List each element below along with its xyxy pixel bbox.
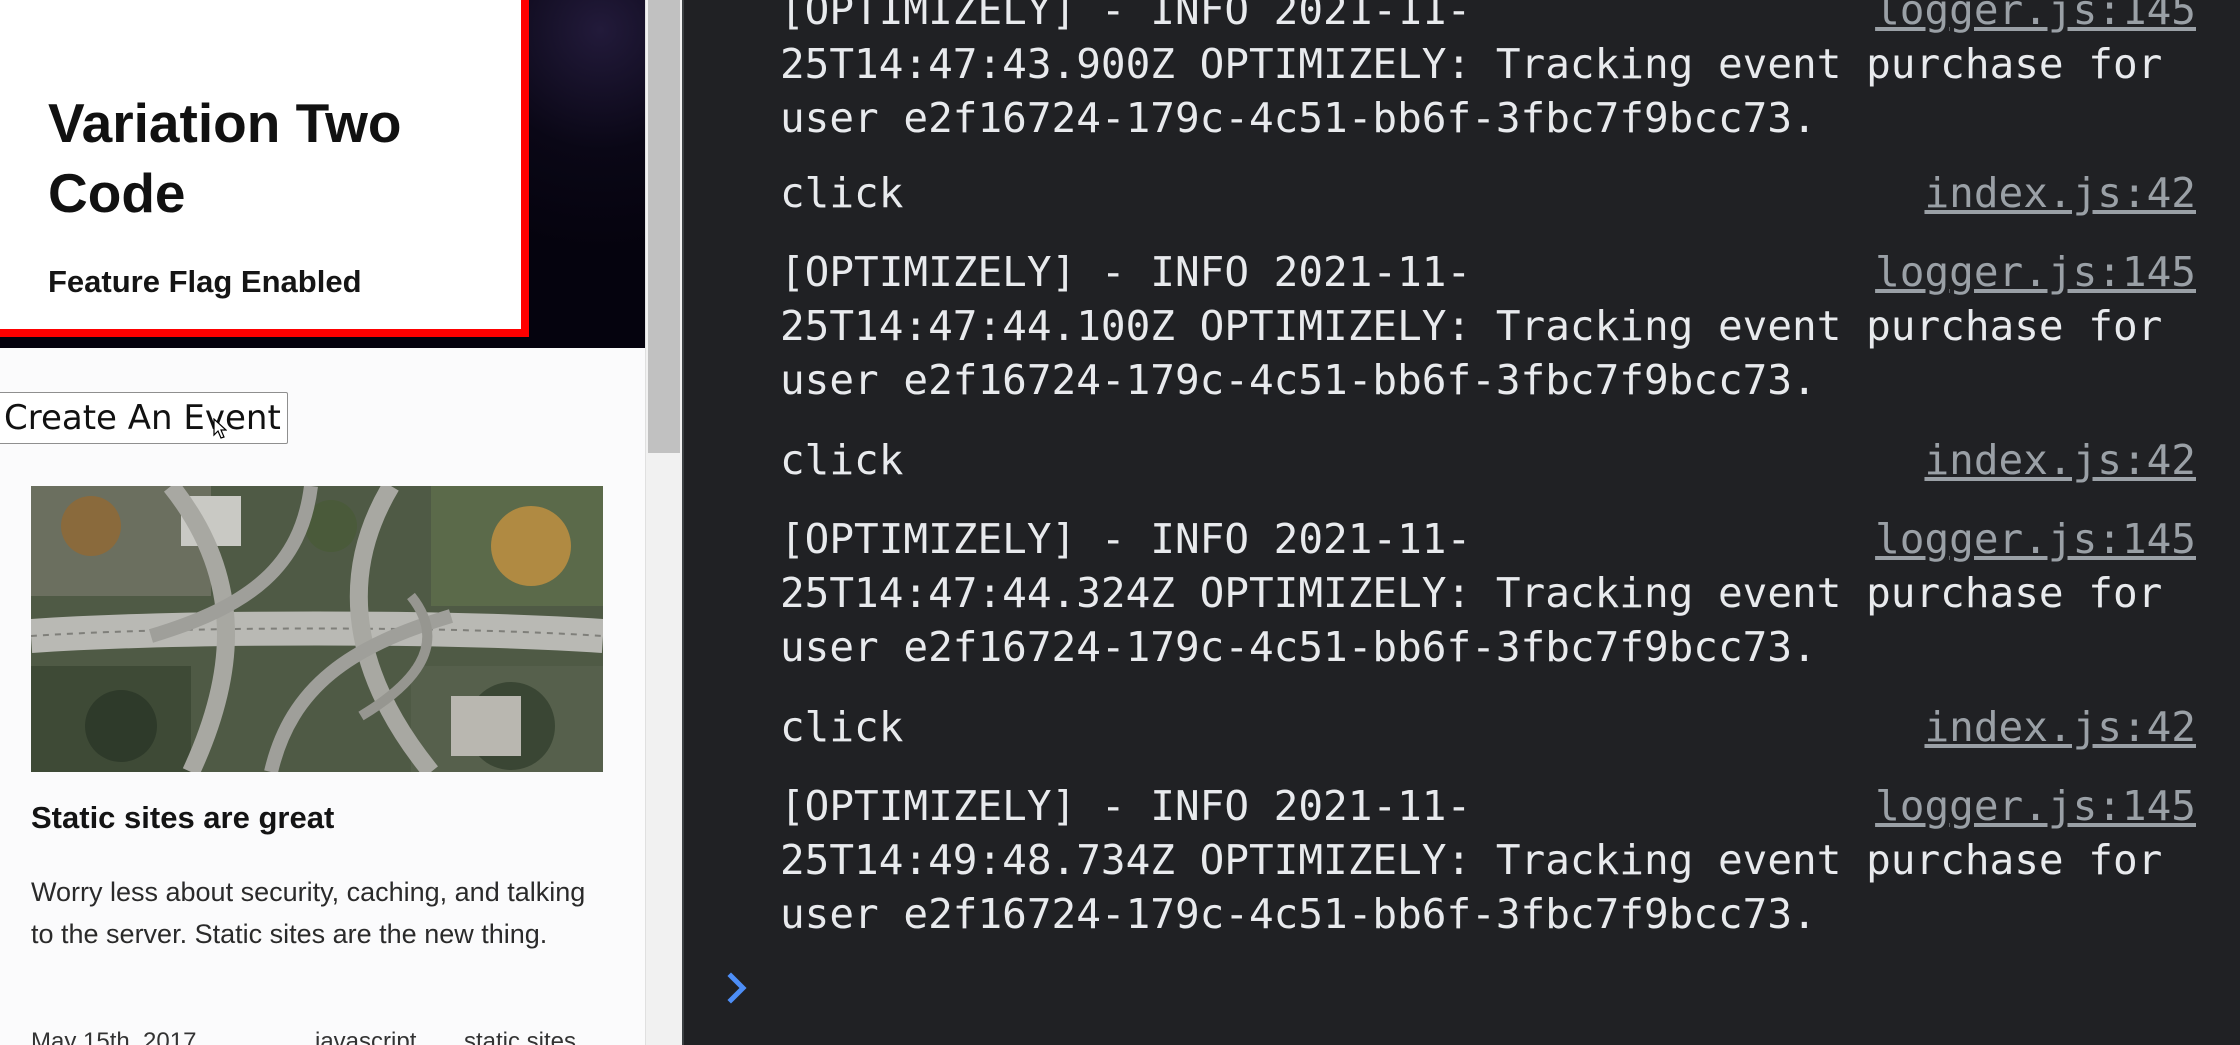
variation-card: Variation Two Code Feature Flag Enabled <box>0 0 529 337</box>
console-source-link[interactable]: logger.js:145 <box>1875 512 2196 566</box>
mouse-pointer-icon <box>213 418 227 439</box>
console-message: logger.js:145 [OPTIMIZELY] - INFO 2021-1… <box>780 779 2196 941</box>
page-scrollbar-thumb[interactable] <box>648 0 680 453</box>
page-scrollbar[interactable] <box>645 0 682 1045</box>
console-text-line: user e2f16724-179c-4c51-bb6f-3fbc7f9bcc7… <box>780 94 1817 142</box>
console-text-line: 25T14:49:48.734Z OPTIMIZELY: Tracking ev… <box>780 836 2163 884</box>
feature-flag-status: Feature Flag Enabled <box>48 264 362 299</box>
console-message: logger.js:145 [OPTIMIZELY] - INFO 2021-1… <box>780 245 2196 407</box>
console-text-line: 25T14:47:44.324Z OPTIMIZELY: Tracking ev… <box>780 569 2163 617</box>
console-message: index.js:42 click <box>780 700 2196 754</box>
console-text-line: 25T14:47:43.900Z OPTIMIZELY: Tracking ev… <box>780 40 2163 88</box>
console-source-link[interactable]: logger.js:145 <box>1875 779 2196 833</box>
console-text-line: user e2f16724-179c-4c51-bb6f-3fbc7f9bcc7… <box>780 890 1817 938</box>
console-source-link[interactable]: logger.js:145 <box>1875 0 2196 37</box>
console-message: index.js:42 click <box>780 166 2196 220</box>
console-source-link[interactable]: index.js:42 <box>1924 166 2196 220</box>
create-event-button[interactable]: Create An Event <box>0 392 288 444</box>
variation-title: Variation Two Code <box>48 92 402 224</box>
console-source-link[interactable]: index.js:42 <box>1924 433 2196 487</box>
console-message: index.js:42 click <box>780 433 2196 487</box>
console-text-line: user e2f16724-179c-4c51-bb6f-3fbc7f9bcc7… <box>780 623 1817 671</box>
devtools-console: logger.js:145 [OPTIMIZELY] - INFO 2021-1… <box>682 0 2240 1045</box>
article-highway-image <box>31 486 603 772</box>
article-tag[interactable]: javascript <box>315 1028 416 1045</box>
screen: Variation Two Code Feature Flag Enabled … <box>0 0 2240 1045</box>
console-message: logger.js:145 [OPTIMIZELY] - INFO 2021-1… <box>780 0 2196 145</box>
article-tag[interactable]: static sites <box>464 1028 576 1045</box>
console-text-line: user e2f16724-179c-4c51-bb6f-3fbc7f9bcc7… <box>780 356 1817 404</box>
chevron-right-icon[interactable] <box>724 970 752 1006</box>
web-page-preview: Variation Two Code Feature Flag Enabled … <box>0 0 645 1045</box>
highway-photo-illustration <box>31 486 603 772</box>
console-source-link[interactable]: index.js:42 <box>1924 700 2196 754</box>
console-message: logger.js:145 [OPTIMIZELY] - INFO 2021-1… <box>780 512 2196 674</box>
article-date: May 15th, 2017 <box>31 1028 197 1045</box>
console-text-line: 25T14:47:44.100Z OPTIMIZELY: Tracking ev… <box>780 302 2163 350</box>
console-source-link[interactable]: logger.js:145 <box>1875 245 2196 299</box>
article-excerpt: Worry less about security, caching, and … <box>31 877 586 949</box>
article-title[interactable]: Static sites are great <box>31 800 334 836</box>
